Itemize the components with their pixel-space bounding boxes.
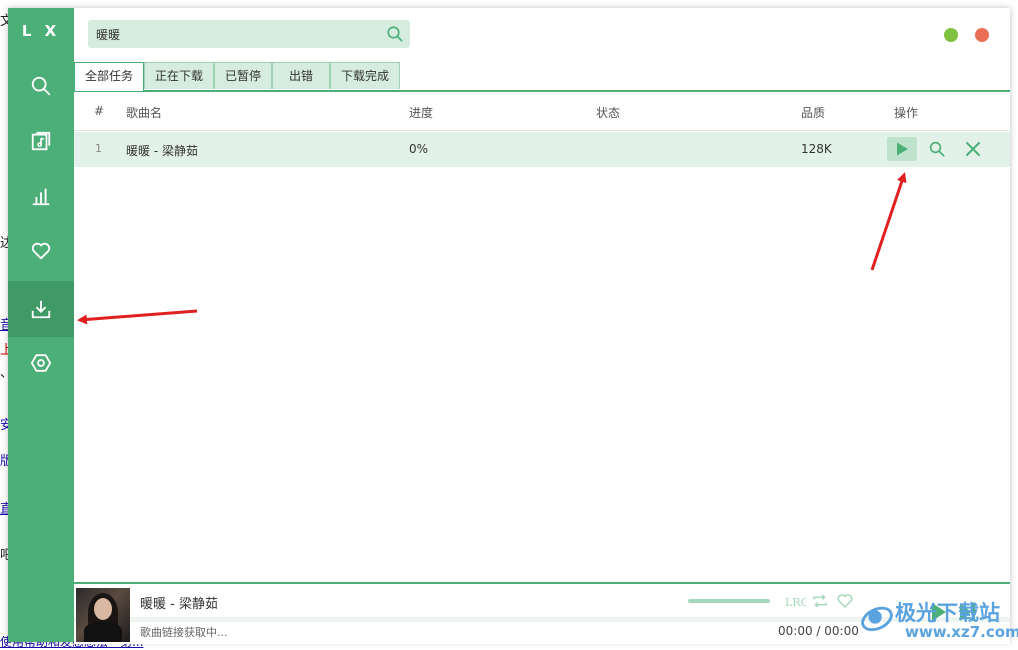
volume-slider[interactable] — [688, 599, 770, 603]
download-tabs: 全部任务 正在下载 已暂停 出错 下载完成 — [74, 62, 1010, 92]
music-list-icon — [31, 131, 51, 151]
sidebar: L X — [8, 8, 74, 642]
settings-icon — [30, 354, 52, 372]
table-header: # 歌曲名 进度 状态 品质 操作 — [74, 92, 1010, 131]
lyrics-button[interactable]: LRC — [784, 592, 806, 610]
header-status: 状态 — [596, 106, 621, 120]
row-quality: 128K — [801, 142, 832, 156]
app-window: L X 全部任务 正在下载 已暂停 出错 — [8, 8, 1010, 644]
repeat-icon[interactable] — [811, 592, 829, 610]
minimize-button[interactable] — [944, 28, 958, 42]
main-panel: 全部任务 正在下载 已暂停 出错 下载完成 # 歌曲名 进度 状态 品质 操作 … — [74, 8, 1010, 644]
search-icon — [31, 76, 51, 96]
tab-all-tasks[interactable]: 全部任务 — [74, 62, 144, 91]
tab-error[interactable]: 出错 — [272, 62, 330, 89]
tab-downloading[interactable]: 正在下载 — [144, 62, 214, 89]
sidebar-item-favorites[interactable] — [8, 223, 74, 279]
playback-time: 00:00 / 00:00 — [778, 624, 859, 638]
watermark-url: www.xz7.com — [905, 623, 1018, 641]
row-progress: 0% — [409, 142, 429, 156]
search-input[interactable] — [96, 24, 376, 44]
sidebar-item-leaderboard[interactable] — [8, 168, 74, 224]
now-playing-status: 歌曲链接获取中... — [140, 626, 228, 639]
tab-paused[interactable]: 已暂停 — [214, 62, 272, 89]
header-index: # — [94, 104, 105, 118]
lrc-label: LRC — [785, 596, 806, 609]
table-row[interactable]: 1 暖暖 - 梁静茹 0% 128K — [74, 132, 1010, 167]
sidebar-item-songlist[interactable] — [8, 113, 74, 169]
header-progress: 进度 — [409, 106, 434, 120]
sidebar-item-download[interactable] — [8, 281, 74, 337]
header-song-name: 歌曲名 — [126, 106, 163, 120]
chart-icon — [32, 188, 50, 206]
play-icon — [897, 142, 908, 156]
sidebar-item-settings[interactable] — [8, 335, 74, 391]
watermark-logo-icon — [861, 606, 893, 632]
header-actions: 操作 — [894, 106, 919, 120]
start-download-button[interactable] — [887, 137, 917, 161]
search-icon — [929, 141, 945, 157]
heart-icon[interactable] — [836, 592, 854, 610]
row-song-name: 暖暖 - 梁静茹 — [126, 144, 198, 158]
search-bar — [88, 20, 410, 48]
row-index: 1 — [95, 142, 102, 155]
locate-song-button[interactable] — [922, 137, 952, 161]
close-icon — [966, 142, 980, 156]
tab-completed[interactable]: 下载完成 — [330, 62, 400, 89]
album-cover[interactable] — [76, 588, 130, 642]
app-logo: L X — [21, 22, 61, 40]
download-icon — [31, 300, 51, 319]
now-playing-title: 暖暖 - 梁静茹 — [140, 597, 218, 612]
sidebar-item-search[interactable] — [8, 58, 74, 114]
header-quality: 品质 — [801, 106, 826, 120]
heart-icon — [31, 242, 51, 260]
remove-task-button[interactable] — [958, 137, 988, 161]
close-button[interactable] — [975, 28, 989, 42]
search-icon[interactable] — [386, 25, 404, 43]
